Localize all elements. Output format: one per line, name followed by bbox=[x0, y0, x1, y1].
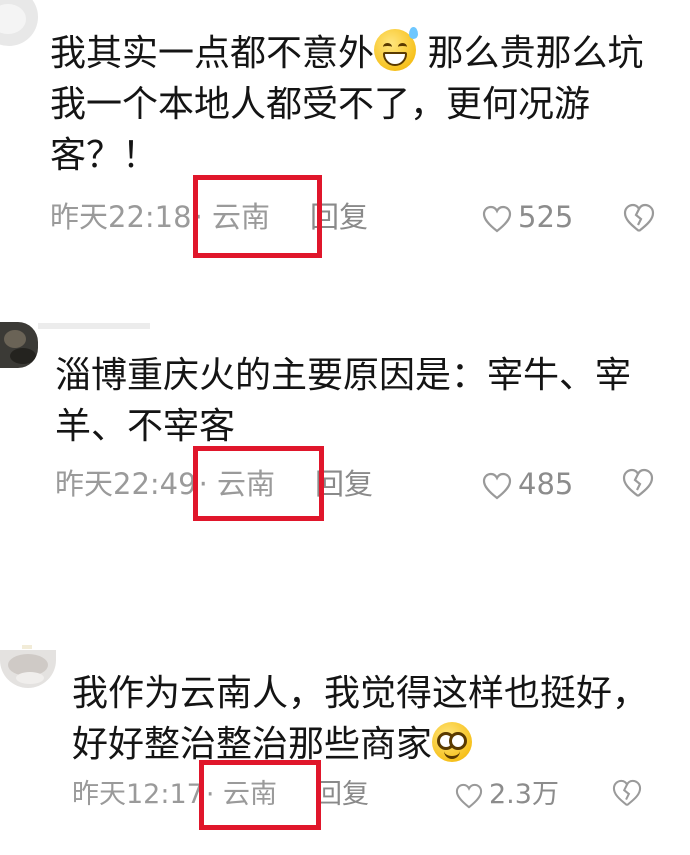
flushed-smile-icon bbox=[432, 722, 473, 762]
location-highlight-box bbox=[199, 760, 321, 830]
comment-text: 我作为云南人，我觉得这样也挺好， 好好整治整治那些商家 bbox=[72, 668, 682, 770]
comment-text-part: 我其实一点都不意外 bbox=[50, 33, 375, 74]
location-highlight-box bbox=[193, 446, 324, 521]
like-count: 2.3万 bbox=[489, 779, 559, 810]
broken-heart-icon[interactable] bbox=[623, 203, 655, 233]
broken-heart-icon[interactable] bbox=[612, 779, 642, 807]
comment-text-part: 我作为云南人，我觉得这样也挺好， 好好整治整治那些商家 bbox=[72, 673, 649, 765]
avatar-edge bbox=[22, 645, 32, 649]
comment-time: 昨天22:18 bbox=[50, 200, 192, 234]
sweat-smile-icon bbox=[374, 27, 419, 71]
like-button[interactable]: 525 bbox=[482, 198, 573, 236]
like-button[interactable]: 2.3万 bbox=[455, 776, 559, 814]
broken-heart-icon[interactable] bbox=[622, 468, 654, 498]
heart-outline-icon bbox=[455, 783, 483, 809]
heart-outline-icon bbox=[482, 205, 512, 233]
comment-time: 昨天12:17 bbox=[72, 779, 204, 810]
avatar[interactable] bbox=[0, 650, 56, 688]
like-count: 525 bbox=[518, 200, 574, 234]
location-highlight-box bbox=[193, 175, 322, 258]
avatar-edge bbox=[38, 323, 150, 329]
avatar[interactable] bbox=[0, 322, 38, 368]
comment-text: 淄博重庆火的主要原因是：宰牛、宰 羊、不宰客 bbox=[55, 350, 685, 452]
like-count: 485 bbox=[518, 467, 574, 501]
comment-text: 我其实一点都不意外 那么贵那么坑 我一个本地人都受不了，更何况游 客？！ bbox=[50, 27, 680, 181]
comment-text-part: 淄博重庆火的主要原因是：宰牛、宰 羊、不宰客 bbox=[55, 355, 632, 447]
like-button[interactable]: 485 bbox=[482, 465, 573, 503]
avatar[interactable] bbox=[0, 0, 38, 46]
heart-outline-icon bbox=[482, 472, 512, 500]
comment-time: 昨天22:49 bbox=[55, 467, 197, 501]
reply-button[interactable]: 回复 bbox=[315, 776, 369, 814]
